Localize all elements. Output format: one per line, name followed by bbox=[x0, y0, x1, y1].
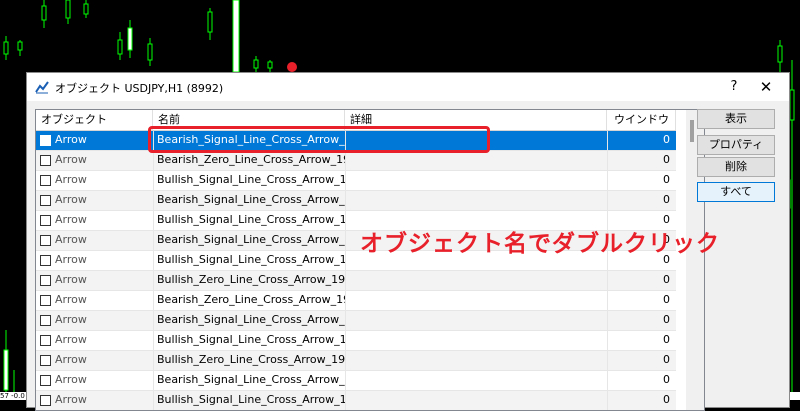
row-checkbox[interactable] bbox=[40, 235, 51, 246]
chart-marker-icon bbox=[287, 62, 297, 72]
row-checkbox[interactable] bbox=[40, 175, 51, 186]
row-checkbox[interactable] bbox=[40, 215, 51, 226]
delete-button[interactable]: 削除 bbox=[697, 157, 775, 177]
row-object-window: 0 bbox=[607, 271, 676, 290]
row-object-type: Arrow bbox=[55, 173, 87, 186]
row-object-details bbox=[345, 331, 607, 350]
row-object-type: Arrow bbox=[55, 293, 87, 306]
dialog-titlebar[interactable]: オブジェクト USDJPY,H1 (8992) ? ✕ bbox=[27, 73, 789, 101]
row-object-window: 0 bbox=[607, 351, 676, 370]
row-object-details bbox=[345, 391, 607, 410]
row-object-window: 0 bbox=[607, 131, 676, 150]
row-object-name[interactable]: Bullish_Signal_Line_Cross_Arrow_1972.... bbox=[153, 211, 345, 230]
row-checkbox[interactable] bbox=[40, 255, 51, 266]
row-object-window: 0 bbox=[607, 171, 676, 190]
table-row[interactable]: Arrow Bullish_Zero_Line_Cross_Arrow_1972.… bbox=[36, 271, 676, 291]
row-object-type: Arrow bbox=[55, 313, 87, 326]
row-checkbox[interactable] bbox=[40, 315, 51, 326]
row-object-type: Arrow bbox=[55, 213, 87, 226]
row-object-details bbox=[345, 171, 607, 190]
table-row[interactable]: Arrow Bearish_Signal_Line_Cross_Arrow_197… bbox=[36, 311, 676, 331]
row-object-name[interactable]: Bullish_Zero_Line_Cross_Arrow_1972.0... bbox=[153, 271, 345, 290]
row-object-name[interactable]: Bearish_Signal_Line_Cross_Arrow_1972.... bbox=[153, 231, 345, 250]
row-checkbox[interactable] bbox=[40, 355, 51, 366]
row-object-details bbox=[345, 351, 607, 370]
column-header-object[interactable]: オブジェクト bbox=[36, 110, 153, 130]
row-object-details bbox=[345, 191, 607, 210]
axis-strip-text: 57 -0.0 bbox=[0, 392, 25, 400]
table-row[interactable]: Arrow Bearish_Zero_Line_Cross_Arrow_1971.… bbox=[36, 151, 676, 171]
table-row[interactable]: Arrow Bullish_Signal_Line_Cross_Arrow_197… bbox=[36, 331, 676, 351]
row-object-type: Arrow bbox=[55, 353, 87, 366]
row-object-window: 0 bbox=[607, 391, 676, 410]
objects-list[interactable]: オブジェクト 名前 詳細 ウインドウ Arrow Bearish_Signal_L… bbox=[35, 109, 705, 411]
row-object-type: Arrow bbox=[55, 393, 87, 406]
table-row[interactable]: Arrow Bearish_Zero_Line_Cross_Arrow_1972.… bbox=[36, 291, 676, 311]
table-row[interactable]: Arrow Bullish_Zero_Line_Cross_Arrow_1972.… bbox=[36, 351, 676, 371]
row-object-type: Arrow bbox=[55, 233, 87, 246]
row-object-window: 0 bbox=[607, 311, 676, 330]
row-object-type: Arrow bbox=[55, 153, 87, 166]
row-object-window: 0 bbox=[607, 151, 676, 170]
table-row[interactable]: Arrow Bullish_Signal_Line_Cross_Arrow_197… bbox=[36, 171, 676, 191]
row-checkbox[interactable] bbox=[40, 375, 51, 386]
highlight-box bbox=[148, 126, 490, 153]
list-rows: Arrow Bearish_Signal_Line_Cross_Arrow_197… bbox=[36, 131, 676, 410]
table-row[interactable]: Arrow Bearish_Signal_Line_Cross_Arrow_197… bbox=[36, 191, 676, 211]
row-object-name[interactable]: Bullish_Signal_Line_Cross_Arrow_1971.... bbox=[153, 171, 345, 190]
row-checkbox[interactable] bbox=[40, 395, 51, 406]
row-object-type: Arrow bbox=[55, 253, 87, 266]
properties-button[interactable]: プロパティ bbox=[697, 135, 775, 155]
row-checkbox[interactable] bbox=[40, 195, 51, 206]
row-object-details bbox=[345, 371, 607, 390]
row-object-type: Arrow bbox=[55, 133, 87, 146]
row-object-type: Arrow bbox=[55, 273, 87, 286]
objects-app-icon bbox=[35, 81, 49, 94]
row-checkbox[interactable] bbox=[40, 335, 51, 346]
row-checkbox[interactable] bbox=[40, 275, 51, 286]
help-button[interactable]: ? bbox=[723, 77, 745, 97]
row-object-name[interactable]: Bearish_Signal_Line_Cross_Arrow_1972.... bbox=[153, 311, 345, 330]
row-object-type: Arrow bbox=[55, 333, 87, 346]
close-button[interactable]: ✕ bbox=[755, 77, 777, 97]
row-object-type: Arrow bbox=[55, 373, 87, 386]
show-button[interactable]: 表示 bbox=[697, 109, 775, 129]
row-object-name[interactable]: Bearish_Signal_Line_Cross_Arrow_1971.... bbox=[153, 191, 345, 210]
table-row[interactable]: Arrow Bearish_Signal_Line_Cross_Arrow_197… bbox=[36, 371, 676, 391]
scrollbar-thumb[interactable] bbox=[690, 120, 694, 142]
annotation-callout: オブジェクト名でダブルクリック bbox=[360, 231, 720, 257]
row-object-name[interactable]: Bullish_Signal_Line_Cross_Arrow_1972.... bbox=[153, 331, 345, 350]
row-object-name[interactable]: Bullish_Signal_Line_Cross_Arrow_1972.... bbox=[153, 251, 345, 270]
column-header-window[interactable]: ウインドウ bbox=[607, 110, 676, 130]
row-object-type: Arrow bbox=[55, 193, 87, 206]
row-object-window: 0 bbox=[607, 371, 676, 390]
row-object-window: 0 bbox=[607, 331, 676, 350]
row-object-details bbox=[345, 151, 607, 170]
row-object-name[interactable]: Bearish_Zero_Line_Cross_Arrow_1972.0... bbox=[153, 291, 345, 310]
row-object-name[interactable]: Bearish_Zero_Line_Cross_Arrow_1971.... bbox=[153, 151, 345, 170]
row-object-details bbox=[345, 311, 607, 330]
table-row[interactable]: Arrow Bullish_Signal_Line_Cross_Arrow_197… bbox=[36, 391, 676, 410]
row-object-window: 0 bbox=[607, 191, 676, 210]
row-object-name[interactable]: Bearish_Signal_Line_Cross_Arrow_1972.... bbox=[153, 371, 345, 390]
row-object-name[interactable]: Bullish_Signal_Line_Cross_Arrow_1972.... bbox=[153, 391, 345, 410]
all-button[interactable]: すべて bbox=[697, 182, 775, 202]
row-checkbox[interactable] bbox=[40, 155, 51, 166]
row-object-details bbox=[345, 271, 607, 290]
vertical-scrollbar[interactable] bbox=[686, 110, 704, 410]
row-object-window: 0 bbox=[607, 291, 676, 310]
dialog-title: オブジェクト USDJPY,H1 (8992) bbox=[55, 82, 224, 95]
row-object-name[interactable]: Bullish_Zero_Line_Cross_Arrow_1972.0... bbox=[153, 351, 345, 370]
row-checkbox[interactable] bbox=[40, 295, 51, 306]
row-object-details bbox=[345, 291, 607, 310]
row-checkbox[interactable] bbox=[40, 135, 51, 146]
